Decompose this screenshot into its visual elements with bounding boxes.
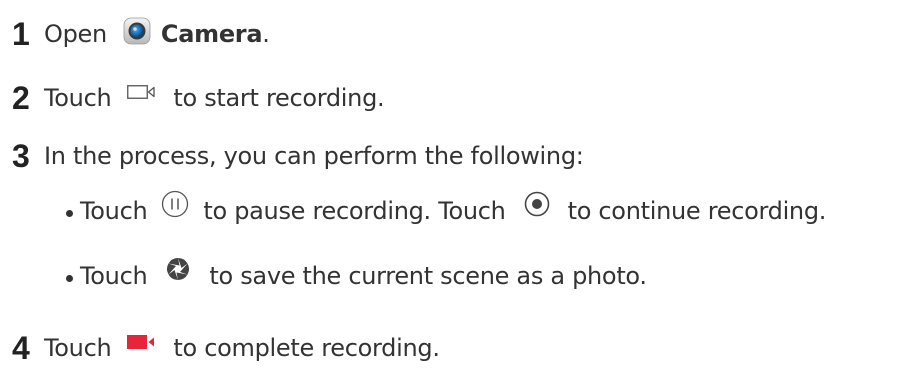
step-4: 4 Touch to complete recording. <box>12 332 440 364</box>
bullet-dot <box>66 274 73 282</box>
step-text-before: Touch <box>44 334 112 362</box>
bullet-text-before: Touch <box>80 197 148 225</box>
bullet-text-after: to continue recording. <box>567 197 827 225</box>
step-number: 4 <box>12 330 30 366</box>
bullet-text-after: to save the current scene as a photo. <box>209 262 647 290</box>
bullet-text-before: Touch <box>80 262 148 290</box>
step-3-bullet-2: Touch to save the current scene as a pho… <box>66 258 647 290</box>
bullet-text-middle: to pause recording. Touch <box>203 197 506 225</box>
step-number: 3 <box>12 138 30 174</box>
resume-record-icon <box>524 191 550 217</box>
step-3-bullet-1: Touch to pause recording. Touch to conti… <box>66 190 827 225</box>
step-1: 1 Open Camera . <box>12 16 270 52</box>
video-mode-icon <box>127 84 157 100</box>
step-text-after: . <box>262 20 270 48</box>
step-text-after: to start recording. <box>173 84 385 112</box>
step-number: 2 <box>12 80 30 116</box>
step-text-before: Touch <box>44 84 112 112</box>
step-2: 2 Touch to start recording. <box>12 80 385 116</box>
step-text: In the process, you can perform the foll… <box>44 142 584 170</box>
bullet-dot <box>66 209 73 217</box>
step-text-after: to complete recording. <box>173 334 440 362</box>
step-3: 3 In the process, you can perform the fo… <box>12 140 584 172</box>
step-number: 1 <box>12 16 30 52</box>
shutter-icon <box>165 256 191 282</box>
step-bold-text: Camera <box>160 20 263 48</box>
step-text-before: Open <box>44 20 107 48</box>
camera-app-icon <box>123 17 151 45</box>
pause-icon <box>161 190 189 218</box>
stop-record-icon <box>127 334 157 350</box>
